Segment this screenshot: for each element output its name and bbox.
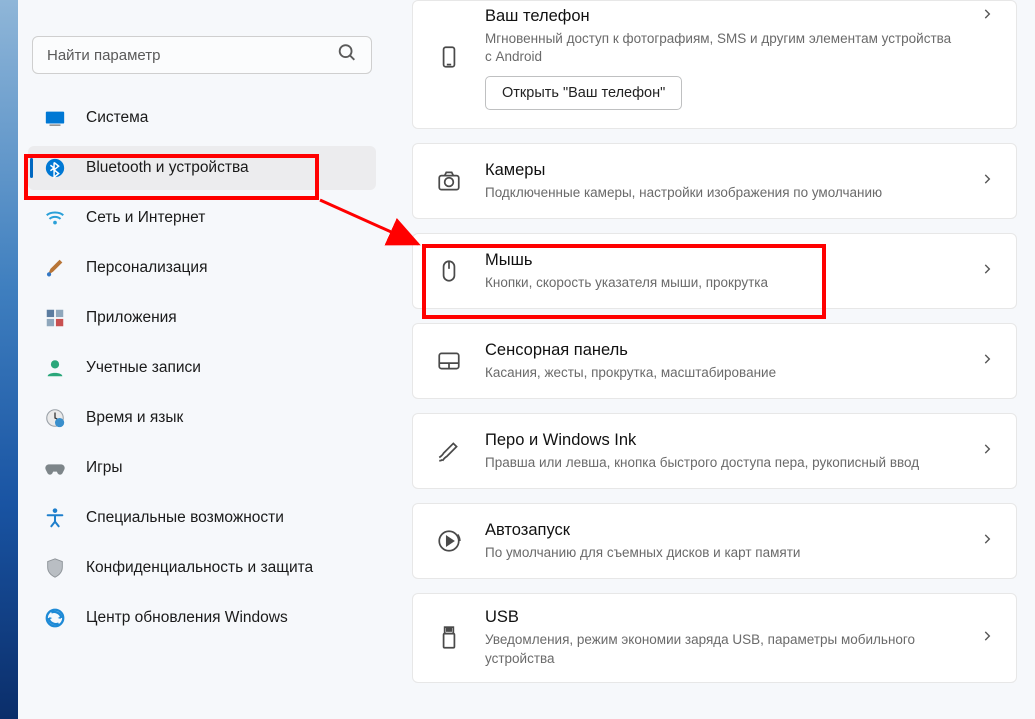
sidebar-item-label: Учетные записи bbox=[86, 359, 201, 377]
card-pen[interactable]: Перо и Windows Ink Правша или левша, кно… bbox=[412, 413, 1017, 489]
card-autoplay[interactable]: Автозапуск По умолчанию для съемных диск… bbox=[412, 503, 1017, 579]
chevron-right-icon bbox=[980, 352, 994, 371]
sidebar-item-label: Время и язык bbox=[86, 409, 183, 427]
card-title: Ваш телефон bbox=[485, 7, 958, 26]
sidebar-item-personalization[interactable]: Персонализация bbox=[28, 246, 376, 290]
clock-globe-icon bbox=[44, 407, 66, 429]
card-title: Камеры bbox=[485, 161, 958, 180]
phone-icon bbox=[435, 43, 463, 71]
sidebar-item-label: Приложения bbox=[86, 309, 177, 327]
pen-icon bbox=[435, 437, 463, 465]
wifi-icon bbox=[44, 207, 66, 229]
card-subtitle: Касания, жесты, прокрутка, масштабирован… bbox=[485, 364, 958, 382]
gamepad-icon bbox=[44, 457, 66, 479]
autoplay-icon bbox=[435, 527, 463, 555]
usb-icon bbox=[435, 624, 463, 652]
card-touchpad[interactable]: Сенсорная панель Касания, жесты, прокрут… bbox=[412, 323, 1017, 399]
person-icon bbox=[44, 357, 66, 379]
search-input[interactable] bbox=[32, 36, 372, 74]
main-content: Ваш телефон Мгновенный доступ к фотограф… bbox=[386, 0, 1035, 719]
card-mouse[interactable]: Мышь Кнопки, скорость указателя мыши, пр… bbox=[412, 233, 1017, 309]
sidebar-item-time[interactable]: Время и язык bbox=[28, 396, 376, 440]
sidebar-item-privacy[interactable]: Конфиденциальность и защита bbox=[28, 546, 376, 590]
sidebar-item-gaming[interactable]: Игры bbox=[28, 446, 376, 490]
card-subtitle: Мгновенный доступ к фотографиям, SMS и д… bbox=[485, 30, 958, 66]
card-subtitle: По умолчанию для съемных дисков и карт п… bbox=[485, 544, 958, 562]
desktop-edge bbox=[0, 0, 18, 719]
card-subtitle: Правша или левша, кнопка быстрого доступ… bbox=[485, 454, 958, 472]
chevron-right-icon bbox=[980, 7, 994, 26]
card-title: Сенсорная панель bbox=[485, 341, 958, 360]
sidebar-item-label: Система bbox=[86, 109, 148, 127]
touchpad-icon bbox=[435, 347, 463, 375]
card-title: USB bbox=[485, 608, 958, 627]
sidebar-item-label: Игры bbox=[86, 459, 123, 477]
sidebar-item-label: Специальные возможности bbox=[86, 509, 284, 527]
nav-list: Система Bluetooth и устройства Сеть и Ин… bbox=[18, 96, 386, 640]
system-icon bbox=[44, 107, 66, 129]
sidebar-item-apps[interactable]: Приложения bbox=[28, 296, 376, 340]
bluetooth-icon bbox=[44, 157, 66, 179]
sidebar-item-label: Центр обновления Windows bbox=[86, 609, 288, 627]
chevron-right-icon bbox=[980, 172, 994, 191]
apps-icon bbox=[44, 307, 66, 329]
card-subtitle: Уведомления, режим экономии заряда USB, … bbox=[485, 631, 958, 667]
sidebar-item-label: Персонализация bbox=[86, 259, 207, 277]
sidebar-item-accessibility[interactable]: Специальные возможности bbox=[28, 496, 376, 540]
sidebar-item-system[interactable]: Система bbox=[28, 96, 376, 140]
sidebar-item-label: Bluetooth и устройства bbox=[86, 159, 249, 177]
sidebar-item-bluetooth[interactable]: Bluetooth и устройства bbox=[28, 146, 376, 190]
sidebar-item-label: Конфиденциальность и защита bbox=[86, 559, 313, 577]
open-your-phone-button[interactable]: Открыть "Ваш телефон" bbox=[485, 76, 682, 110]
update-icon bbox=[44, 607, 66, 629]
card-subtitle: Кнопки, скорость указателя мыши, прокрут… bbox=[485, 274, 958, 292]
search-container bbox=[32, 36, 372, 74]
sidebar: Система Bluetooth и устройства Сеть и Ин… bbox=[18, 0, 386, 719]
card-phone[interactable]: Ваш телефон Мгновенный доступ к фотограф… bbox=[412, 0, 1017, 129]
card-title: Перо и Windows Ink bbox=[485, 431, 958, 450]
chevron-right-icon bbox=[980, 442, 994, 461]
search-icon[interactable] bbox=[336, 42, 358, 69]
brush-icon bbox=[44, 257, 66, 279]
card-title: Мышь bbox=[485, 251, 958, 270]
sidebar-item-label: Сеть и Интернет bbox=[86, 209, 205, 227]
camera-icon bbox=[435, 167, 463, 195]
accessibility-icon bbox=[44, 507, 66, 529]
sidebar-item-network[interactable]: Сеть и Интернет bbox=[28, 196, 376, 240]
card-usb[interactable]: USB Уведомления, режим экономии заряда U… bbox=[412, 593, 1017, 682]
card-cameras[interactable]: Камеры Подключенные камеры, настройки из… bbox=[412, 143, 1017, 219]
chevron-right-icon bbox=[980, 532, 994, 551]
sidebar-item-accounts[interactable]: Учетные записи bbox=[28, 346, 376, 390]
card-title: Автозапуск bbox=[485, 521, 958, 540]
chevron-right-icon bbox=[980, 262, 994, 281]
mouse-icon bbox=[435, 257, 463, 285]
shield-icon bbox=[44, 557, 66, 579]
sidebar-item-update[interactable]: Центр обновления Windows bbox=[28, 596, 376, 640]
chevron-right-icon bbox=[980, 629, 994, 648]
card-subtitle: Подключенные камеры, настройки изображен… bbox=[485, 184, 958, 202]
